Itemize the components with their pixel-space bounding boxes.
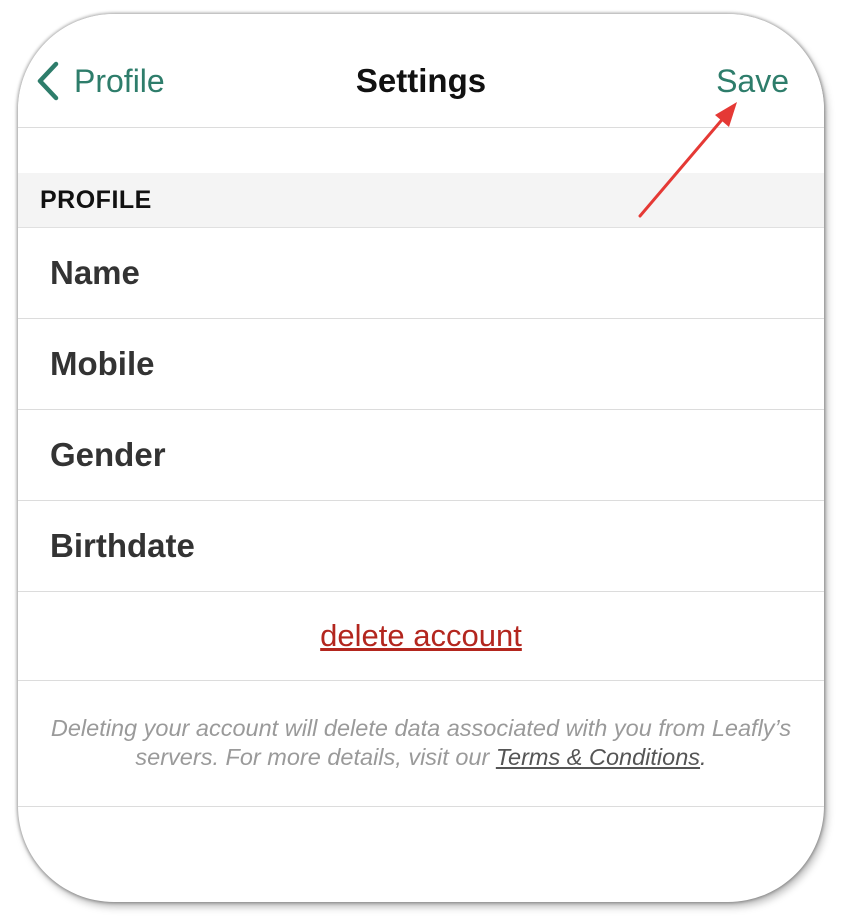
disclaimer: Deleting your account will delete data a… xyxy=(18,681,824,807)
settings-row-mobile[interactable]: Mobile xyxy=(18,319,824,410)
delete-account-row: delete account xyxy=(18,591,824,681)
disclaimer-text: Deleting your account will delete data a… xyxy=(48,714,794,772)
terms-link[interactable]: Terms & Conditions xyxy=(496,744,700,770)
settings-row-birthdate[interactable]: Birthdate xyxy=(18,501,824,592)
settings-row-name[interactable]: Name xyxy=(18,228,824,319)
section-header-profile: PROFILE xyxy=(18,173,824,228)
section-spacer xyxy=(18,128,824,173)
row-label: Name xyxy=(50,254,140,291)
settings-screen: Profile Settings Save PROFILE Name Mobil… xyxy=(18,14,824,902)
settings-row-gender[interactable]: Gender xyxy=(18,410,824,501)
save-button[interactable]: Save xyxy=(716,60,789,102)
page-title: Settings xyxy=(355,62,487,99)
navigation-bar: Profile Settings Save xyxy=(18,14,824,128)
row-label: Gender xyxy=(50,436,166,473)
disclaimer-end: . xyxy=(700,744,707,770)
row-label: Mobile xyxy=(50,345,155,382)
row-label: Birthdate xyxy=(50,527,195,564)
section-header-label: PROFILE xyxy=(40,186,152,214)
delete-account-link[interactable]: delete account xyxy=(320,615,522,657)
